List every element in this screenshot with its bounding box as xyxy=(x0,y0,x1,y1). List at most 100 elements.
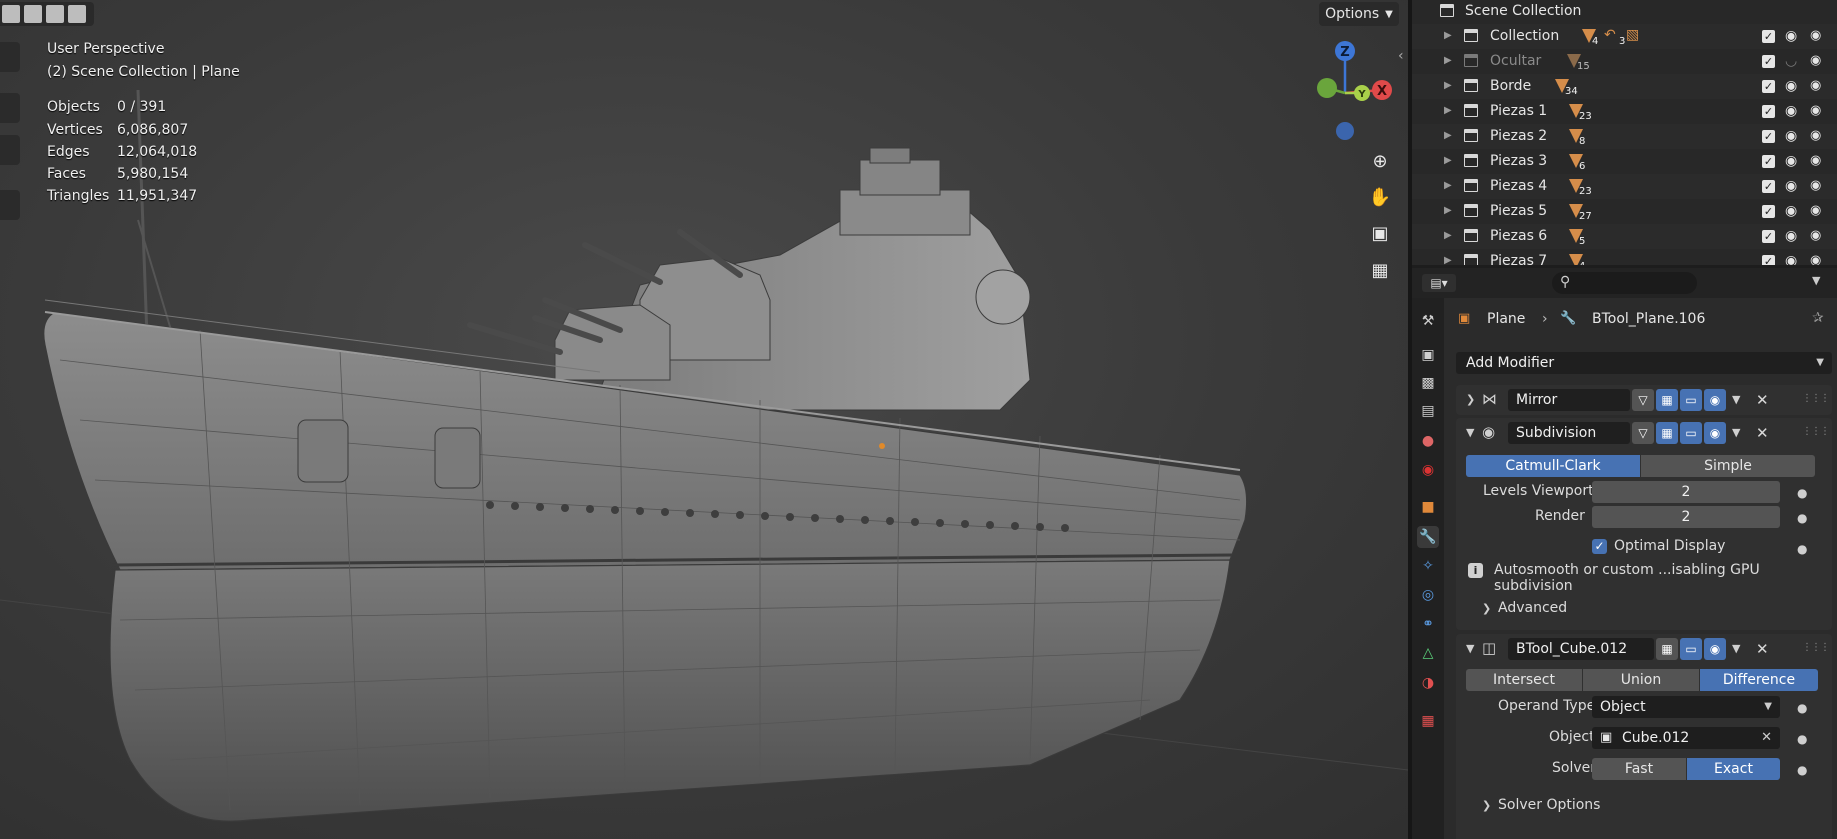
cursor-tool-icon[interactable] xyxy=(0,42,20,72)
ship-model[interactable] xyxy=(0,0,1408,839)
union-button[interactable]: Union xyxy=(1583,669,1699,691)
exclude-checkbox[interactable]: ✓ xyxy=(1762,105,1775,118)
exclude-checkbox[interactable]: ✓ xyxy=(1762,155,1775,168)
edit-mode-icon[interactable]: ▦ xyxy=(1656,422,1678,444)
render-toggle-icon[interactable]: ◉ xyxy=(1704,389,1726,411)
editor-type-icon[interactable]: ▤▾ xyxy=(1422,274,1456,292)
close-icon[interactable]: ✕ xyxy=(1756,424,1769,442)
intersect-button[interactable]: Intersect xyxy=(1466,669,1582,691)
select-subtract-icon[interactable] xyxy=(46,5,64,23)
chevron-right-icon[interactable]: ❯ xyxy=(1482,602,1491,615)
realtime-display-icon[interactable]: ▭ xyxy=(1680,389,1702,411)
render-camera-icon[interactable]: ◉ xyxy=(1810,128,1821,143)
mirror-name-field[interactable]: Mirror xyxy=(1508,389,1630,411)
object-tab-icon[interactable]: ■ xyxy=(1417,496,1439,518)
keyframe-dot-icon[interactable]: ● xyxy=(1797,486,1807,500)
render-camera-icon[interactable]: ◉ xyxy=(1810,153,1821,168)
operand-type-dropdown[interactable]: Object ▼ xyxy=(1592,696,1780,718)
keyframe-dot-icon[interactable]: ● xyxy=(1797,763,1807,777)
mirror-modifier-header[interactable]: ❯ ⋈ Mirror ▽ ▦ ▭ ◉ ▼ ✕ ⋮⋮⋮ xyxy=(1456,385,1832,415)
levels-viewport-field[interactable]: 2 xyxy=(1592,481,1780,503)
render-tab-icon[interactable]: ▣ xyxy=(1417,344,1439,366)
keyframe-dot-icon[interactable]: ● xyxy=(1797,701,1807,715)
eye-icon[interactable]: ◉ xyxy=(1785,78,1797,94)
scene-tab-icon[interactable]: ● xyxy=(1417,430,1439,452)
subdivision-modifier-header[interactable]: ▼ ◉ Subdivision ▽ ▦ ▭ ◉ ▼ ✕ ⋮⋮⋮ xyxy=(1456,418,1832,448)
move-tool-icon[interactable] xyxy=(0,93,20,123)
grid-ortho-icon[interactable]: ▦ xyxy=(1365,255,1395,285)
exclude-checkbox[interactable]: ✓ xyxy=(1762,55,1775,68)
chevron-down-icon[interactable]: ▼ xyxy=(1732,642,1740,655)
exclude-checkbox[interactable]: ✓ xyxy=(1762,30,1775,43)
render-toggle-icon[interactable]: ◉ xyxy=(1704,638,1726,660)
zoom-icon[interactable]: ⊕ xyxy=(1365,146,1395,176)
render-camera-icon[interactable]: ◉ xyxy=(1810,28,1821,43)
keyframe-dot-icon[interactable]: ● xyxy=(1797,732,1807,746)
exclude-checkbox[interactable]: ✓ xyxy=(1762,230,1775,243)
expand-arrow-icon[interactable]: ▶ xyxy=(1444,55,1452,66)
outliner-row[interactable]: ▶ Borde 34 ✓ ◉ ◉ xyxy=(1412,74,1837,99)
edit-mode-cage-icon[interactable]: ▽ xyxy=(1632,422,1654,444)
render-levels-field[interactable]: 2 xyxy=(1592,506,1780,528)
breadcrumb-mesh[interactable]: BTool_Plane.106 xyxy=(1592,311,1705,327)
view-layer-tab-icon[interactable]: ▤ xyxy=(1417,400,1439,422)
options-dropdown[interactable]: Options ▼ xyxy=(1319,2,1399,26)
expand-arrow-icon[interactable]: ▶ xyxy=(1444,230,1452,241)
render-camera-icon[interactable]: ◉ xyxy=(1810,228,1821,243)
outliner-row[interactable]: ▶ Piezas 1 23 ✓ ◉ ◉ xyxy=(1412,99,1837,124)
catmull-clark-button[interactable]: Catmull-Clark xyxy=(1466,455,1640,477)
3d-viewport[interactable]: User Perspective (2) Scene Collection | … xyxy=(0,0,1408,839)
render-camera-icon[interactable]: ◉ xyxy=(1810,253,1821,265)
physics-tab-icon[interactable]: ◎ xyxy=(1417,584,1439,606)
data-tab-icon[interactable]: △ xyxy=(1417,642,1439,664)
select-box-icon[interactable] xyxy=(2,5,20,23)
output-tab-icon[interactable]: ▩ xyxy=(1417,372,1439,394)
expand-arrow-icon[interactable]: ▶ xyxy=(1444,180,1452,191)
close-icon[interactable]: ✕ xyxy=(1756,640,1769,658)
expand-arrow-icon[interactable]: ▶ xyxy=(1444,105,1452,116)
eye-icon[interactable]: ◉ xyxy=(1785,178,1797,194)
keyframe-dot-icon[interactable]: ● xyxy=(1797,511,1807,525)
rotate-tool-icon[interactable] xyxy=(0,135,20,165)
outliner-row[interactable]: ▶ Piezas 7 4 ✓ ◉ ◉ xyxy=(1412,249,1837,265)
hand-pan-icon[interactable]: ✋ xyxy=(1365,182,1395,212)
expand-arrow-icon[interactable]: ▶ xyxy=(1444,30,1452,41)
edit-mode-icon[interactable]: ▦ xyxy=(1656,389,1678,411)
outliner-row[interactable]: ▶ Piezas 2 8 ✓ ◉ ◉ xyxy=(1412,124,1837,149)
measure-tool-icon[interactable] xyxy=(0,190,20,220)
drag-grip-icon[interactable]: ⋮⋮⋮ xyxy=(1802,393,1830,404)
chevron-right-icon[interactable]: ❯ xyxy=(1466,393,1475,406)
chevron-down-icon[interactable]: ▼ xyxy=(1812,274,1820,287)
expand-arrow-icon[interactable]: ▶ xyxy=(1444,155,1452,166)
edit-mode-icon[interactable]: ▦ xyxy=(1656,638,1678,660)
difference-button[interactable]: Difference xyxy=(1700,669,1818,691)
subdivision-name-field[interactable]: Subdivision xyxy=(1508,422,1630,444)
boolean-name-field[interactable]: BTool_Cube.012 xyxy=(1508,638,1654,660)
boolean-modifier-header[interactable]: ▼ ◫ BTool_Cube.012 ▦ ▭ ◉ ▼ ✕ ⋮⋮⋮ xyxy=(1456,634,1832,664)
chevron-down-icon[interactable]: ▼ xyxy=(1466,642,1474,655)
properties-search-input[interactable]: ⚲ xyxy=(1552,272,1697,294)
optimal-display-checkbox[interactable]: ✓ xyxy=(1592,539,1607,554)
realtime-display-icon[interactable]: ▭ xyxy=(1680,422,1702,444)
render-camera-icon[interactable]: ◉ xyxy=(1810,78,1821,93)
texture-tab-icon[interactable]: ▦ xyxy=(1417,710,1439,732)
tool-tab-icon[interactable]: ⚒ xyxy=(1417,310,1439,332)
edit-mode-cage-icon[interactable]: ▽ xyxy=(1632,389,1654,411)
drag-grip-icon[interactable]: ⋮⋮⋮ xyxy=(1802,642,1830,653)
eye-icon[interactable]: ◉ xyxy=(1785,228,1797,244)
drag-grip-icon[interactable]: ⋮⋮⋮ xyxy=(1802,426,1830,437)
render-toggle-icon[interactable]: ◉ xyxy=(1704,422,1726,444)
outliner-row[interactable]: ▶ Piezas 3 6 ✓ ◉ ◉ xyxy=(1412,149,1837,174)
chevron-down-icon[interactable]: ▼ xyxy=(1732,393,1740,406)
properties-editor[interactable]: ▤▾ ⚲ ▼ ⚒ ▣ ▩ ▤ ● ◉ ■ 🔧 ✧ ◎ ⚭ △ ◑ ▦ ▣ Pla… xyxy=(1412,268,1837,839)
eye-icon[interactable]: ◉ xyxy=(1785,253,1797,265)
exclude-checkbox[interactable]: ✓ xyxy=(1762,180,1775,193)
advanced-subpanel[interactable]: Advanced xyxy=(1498,600,1567,616)
outliner-scene-collection[interactable]: Scene Collection xyxy=(1412,0,1837,24)
render-camera-icon[interactable]: ◉ xyxy=(1810,203,1821,218)
chevron-down-icon[interactable]: ▼ xyxy=(1732,426,1740,439)
camera-view-icon[interactable]: ▣ xyxy=(1365,218,1395,248)
keyframe-dot-icon[interactable]: ● xyxy=(1797,542,1807,556)
solver-exact-button[interactable]: Exact xyxy=(1687,758,1780,780)
exclude-checkbox[interactable]: ✓ xyxy=(1762,80,1775,93)
